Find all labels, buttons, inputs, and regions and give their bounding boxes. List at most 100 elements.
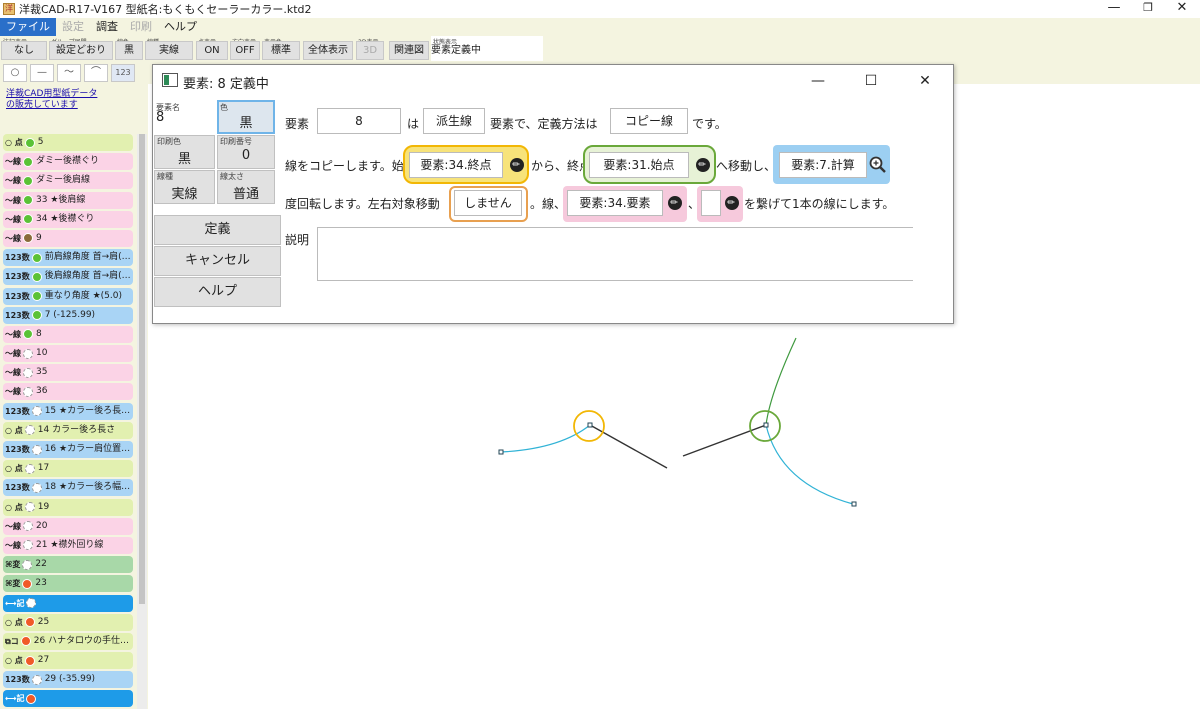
cancel-button[interactable]: キャンセル [154,246,281,276]
line-type-field-button[interactable]: 線種 実線 [154,170,215,204]
element-list-item[interactable]: ⌘変 22 [3,556,133,574]
element-list-item[interactable]: 〜線 21 ★襟外回り線 [3,536,133,554]
element-list-item[interactable]: 123数 前肩線角度 首→肩(1... [3,249,133,267]
toolbar-line-type[interactable]: 線種 実線 [145,36,193,61]
display-color-button[interactable]: 標準 [262,41,300,60]
element-list-item[interactable]: 〜線 10 [3,345,133,363]
dialog-close-button[interactable]: ✕ [910,71,940,91]
toolbar-display-color[interactable]: 表示色 標準 [262,36,300,61]
close-button[interactable]: ✕ [1164,0,1200,18]
connect-line-2-field[interactable] [701,190,721,216]
help-button[interactable]: ヘルプ [154,277,281,307]
toolbar-group[interactable]: グループ展開 設定どおり [49,36,113,61]
element-list-item[interactable]: ○ 点 25 [3,613,133,631]
element-list-item[interactable]: ○ 点 14 カラー後ろ長さ [3,421,133,439]
3d-button[interactable]: 3D [356,41,384,60]
toolbar-line-color[interactable]: 線色 黒 [115,36,143,61]
element-list-item[interactable]: 123数 7 (-125.99) [3,306,133,324]
minimize-button[interactable]: — [1096,0,1132,18]
arc-tool-button[interactable]: ⌒ [84,64,108,82]
element-list-item[interactable]: 〜線 ダミー後襟ぐり [3,153,133,171]
fit-all-button[interactable]: 全体表示 [303,41,353,60]
sales-link-line1[interactable]: 洋裁CAD用型紙データ [6,89,97,100]
direction-display-button[interactable]: OFF [230,41,260,60]
end-point-field[interactable]: 要素:31.始点 [589,152,689,178]
print-color-button[interactable]: 印刷色 黒 [154,135,215,169]
element-list-item[interactable]: 〜線 35 [3,364,133,382]
menu-settings[interactable]: 設定 [56,18,90,36]
element-list-item[interactable]: 〜線 36 [3,383,133,401]
element-type-icon: 123数 [5,272,30,282]
element-number-field[interactable]: 8 [317,108,401,134]
element-list-item[interactable]: 123数 16 ★カラー肩位置幅(... [3,441,133,458]
description-textarea[interactable] [317,227,913,281]
element-list-item[interactable]: 〜線 20 [3,517,133,535]
toolbar-annotation[interactable]: 注記表示 なし [1,36,47,61]
menu-file[interactable]: ファイル [0,18,56,36]
element-list-item[interactable]: 123数 29 (-35.99) [3,671,133,689]
element-list-item[interactable]: 〜線 34 ★後襟ぐり [3,210,133,228]
point-handle[interactable] [763,422,769,428]
status-dot-icon [31,482,42,493]
element-list-item[interactable]: 123数 18 ★カラー後ろ幅(140... [3,479,133,497]
point-tool-button[interactable]: ○ [3,64,27,82]
element-list-item[interactable]: ⌘変 23 [3,575,133,593]
sales-link-line2[interactable]: の販売しています [6,100,97,111]
element-list-item[interactable]: 〜線 ダミー後肩線 [3,172,133,190]
point-handle[interactable] [851,501,857,507]
element-list-item[interactable]: 123数 15 ★カラー後ろ長さ(9... [3,402,133,420]
toolbar-direction[interactable]: 方向表示 OFF [230,36,260,61]
element-list-item[interactable]: ○ 点 5 [3,134,133,151]
element-list-item[interactable]: ○ 点 17 [3,460,133,478]
start-point-field[interactable]: 要素:34.終点 [409,152,503,178]
element-list-item[interactable]: 〜線 33 ★後肩線 [3,191,133,209]
straight-line-tool-button[interactable]: — [30,64,54,82]
restore-button[interactable]: ❐ [1130,0,1166,18]
print-number-button[interactable]: 印刷番号 0 [217,135,275,169]
curve-34[interactable] [500,424,591,453]
annotation-button[interactable]: なし [1,41,47,60]
element-list-item[interactable]: 〜線 8 [3,325,133,343]
zoom-icon[interactable] [869,156,887,174]
curve-tool-button[interactable]: 〜 [57,64,81,82]
element-list-item[interactable]: 123数 重なり角度 ★(5.0) [3,287,133,305]
color-button[interactable]: 色 黒 [217,100,275,134]
sidebar-scroll-thumb[interactable] [139,134,145,604]
group-expand-button[interactable]: 設定どおり [49,41,113,60]
element-list-item[interactable]: 123数 後肩線角度 首→肩(3... [3,268,133,286]
copied-line-8-right[interactable] [682,424,767,457]
connect-line-1-field[interactable]: 要素:34.要素 [567,190,663,216]
element-list-item[interactable]: ○ 点 27 [3,652,133,670]
related-diagram-button[interactable]: 関連図 [389,41,429,60]
toolbar-3d[interactable]: 3D表示 3D [356,36,384,61]
dialog-minimize-button[interactable]: — [803,71,833,91]
menu-help[interactable]: ヘルプ [158,18,203,36]
line-width-button[interactable]: 線太さ 普通 [217,170,275,204]
curve-31[interactable] [765,424,854,505]
sales-link[interactable]: 洋裁CAD用型紙データ の販売しています [6,89,97,111]
define-button[interactable]: 定義 [154,215,281,245]
line-type-button[interactable]: 実線 [145,41,193,60]
mirror-field[interactable]: しません [454,190,522,216]
point-handle[interactable] [498,449,504,455]
number-tool-button[interactable]: 123 [111,64,135,82]
toolbar-related[interactable]: 関連図 [389,36,429,61]
toolbar-fit[interactable]: 全体表示 [303,36,353,61]
menu-investigate[interactable]: 調査 [90,18,124,36]
element-list-item[interactable]: ⟷記 [3,594,133,612]
element-list-item[interactable]: ○ 点 19 [3,498,133,516]
point-display-button[interactable]: ON [196,41,228,60]
point-handle[interactable] [587,422,593,428]
definition-method-field[interactable]: コピー線 [610,108,688,134]
status-dot-icon [31,291,42,301]
rotation-value-field[interactable]: 要素:7.計算 [779,152,867,178]
element-list-item[interactable]: 〜線 9 [3,229,133,247]
element-list-item[interactable]: ⟷記 [3,690,133,708]
dialog-maximize-button[interactable]: ☐ [856,71,886,91]
line-color-button[interactable]: 黒 [115,41,143,60]
copied-line-8-left[interactable] [589,424,668,469]
toolbar-point-display[interactable]: 点表示 ON [196,36,228,61]
element-list-item[interactable]: ⧉コ 26 ハナタロウの手仕事... [3,632,133,650]
menu-print[interactable]: 印刷 [124,18,158,36]
element-kind-field[interactable]: 派生線 [423,108,485,134]
